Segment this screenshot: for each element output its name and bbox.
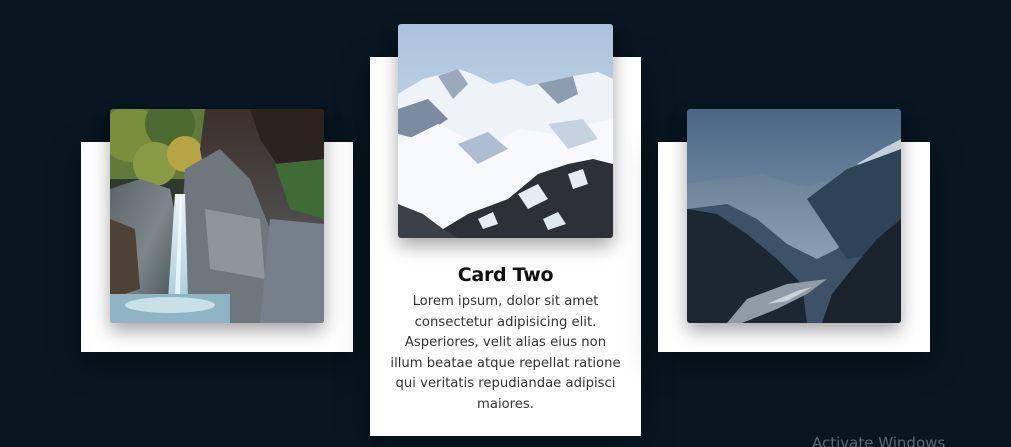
waterfall-rock-photo [110,109,324,323]
card-description: Lorem ipsum, dolor sit amet consectetur … [390,294,621,412]
snowy-mountain-photo [398,24,613,238]
mountain-valley-photo [687,109,901,323]
activate-windows-watermark: Activate Windows [812,434,946,447]
card-gallery: Card Two Lorem ipsum, dolor sit amet con… [0,0,1011,447]
card-title: Card Two [457,264,554,286]
